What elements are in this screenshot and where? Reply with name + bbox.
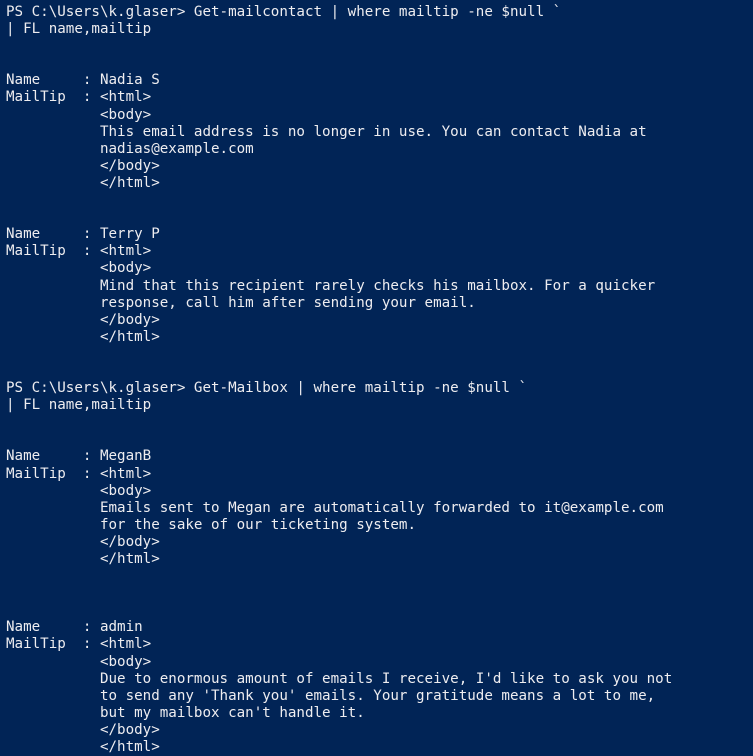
prompt-line: PS C:\Users\k.glaser> Get-Mailbox | wher… — [6, 380, 528, 397]
output-line: MailTip : <html> — [6, 243, 152, 260]
output-line: </body> — [6, 721, 160, 738]
output-line: Emails sent to Megan are automatically f… — [6, 499, 664, 516]
output-line: MailTip : <html> — [6, 636, 152, 653]
output-line: </html> — [6, 551, 160, 567]
prompt-continuation-line: | FL name,mailtip — [6, 21, 152, 38]
output-line: response, call him after sending your em… — [6, 294, 476, 311]
output-line: but my mailbox can't handle it. — [6, 704, 365, 721]
output-line: </html> — [6, 739, 160, 756]
powershell-console[interactable]: PS C:\Users\k.glaser> Get-mailcontact | … — [0, 0, 753, 755]
prompt-continuation-line: | FL name,mailtip — [6, 397, 152, 414]
output-line: <body> — [6, 653, 152, 670]
output-line: for the sake of our ticketing system. — [6, 516, 416, 533]
output-line: Name : MeganB — [6, 448, 152, 465]
output-line: <body> — [6, 482, 152, 499]
output-line: Name : admin — [6, 619, 143, 636]
prompt-line: PS C:\Users\k.glaser> Get-mailcontact | … — [6, 4, 562, 20]
output-line: MailTip : <html> — [6, 465, 152, 482]
output-line: </html> — [6, 174, 160, 191]
output-line: MailTip : <html> — [6, 89, 152, 106]
output-line: to send any 'Thank you' emails. Your gra… — [6, 687, 656, 704]
output-line: Mind that this recipient rarely checks h… — [6, 277, 656, 294]
output-line: Name : Terry P — [6, 226, 160, 243]
output-line: Name : Nadia S — [6, 72, 160, 89]
output-line: </body> — [6, 311, 160, 328]
output-line: </html> — [6, 328, 160, 345]
output-line: </body> — [6, 157, 160, 174]
output-line: <body> — [6, 260, 152, 277]
output-line: </body> — [6, 533, 160, 550]
output-line: Due to enormous amount of emails I recei… — [6, 670, 673, 687]
output-line: This email address is no longer in use. … — [6, 123, 647, 140]
output-line: <body> — [6, 106, 152, 123]
output-line: nadias@example.com — [6, 140, 254, 157]
